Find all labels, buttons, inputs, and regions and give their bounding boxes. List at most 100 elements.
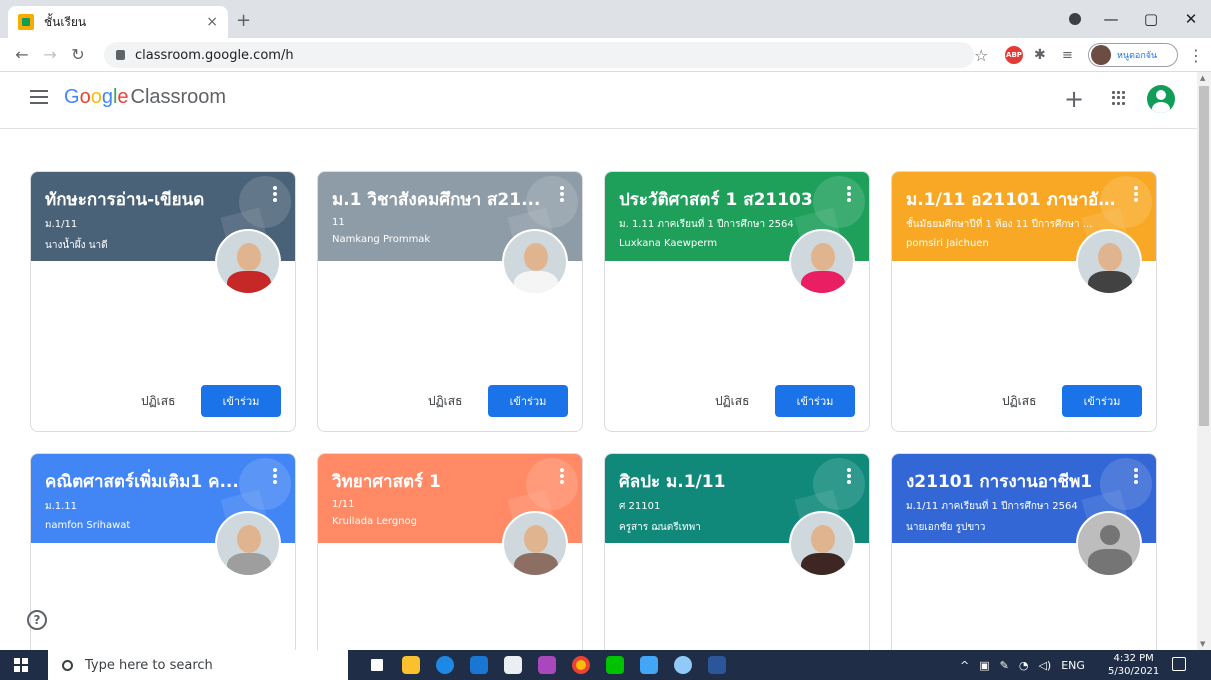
minimize-button[interactable]: —	[1091, 10, 1131, 28]
tray-app-icon[interactable]: ▣	[979, 659, 989, 672]
join-button[interactable]: เข้าร่วม	[201, 385, 281, 417]
windows-taskbar: Type here to search ^ ▣ ✎ ◔ ◁) ENG 4:32 …	[0, 650, 1211, 680]
more-options-icon[interactable]	[847, 186, 851, 202]
store-icon[interactable]	[496, 655, 530, 675]
class-card[interactable]: ศิลปะ ม.1/11 ศ 21101 ครูสาร ฌนตรีเทพา	[604, 453, 870, 673]
close-tab-icon[interactable]: ×	[206, 14, 218, 30]
account-avatar[interactable]	[1147, 85, 1175, 113]
system-tray: ^ ▣ ✎ ◔ ◁) ENG	[960, 650, 1085, 680]
scrollbar-thumb[interactable]	[1199, 86, 1209, 426]
task-view-icon[interactable]	[360, 655, 394, 675]
class-section: 1/11	[332, 499, 355, 510]
edge-icon[interactable]	[428, 655, 462, 675]
new-tab-button[interactable]: +	[236, 10, 251, 31]
profile-chip[interactable]: หนูดอกจัน	[1088, 43, 1178, 67]
reading-list-icon[interactable]: ≡	[1062, 42, 1073, 68]
class-card[interactable]: ม.1 วิชาสังคมศึกษา ส21... 11 Namkang Promm…	[317, 171, 583, 432]
class-section: ม.1/11	[45, 219, 78, 230]
chrome-profile-icon[interactable]	[1069, 13, 1081, 25]
create-join-class-button[interactable]: +	[1064, 85, 1084, 113]
maximize-button[interactable]: ▢	[1131, 10, 1171, 28]
adblock-extension-icon[interactable]: ABP	[1005, 42, 1023, 68]
pdf-app-icon[interactable]	[530, 655, 564, 675]
decline-button[interactable]: ปฏิเสธ	[141, 392, 175, 411]
class-title[interactable]: ทักษะการอ่าน-เขียนด	[45, 186, 255, 213]
class-title[interactable]: คณิตศาสตร์เพิ่มเติม1 ค...	[45, 468, 255, 495]
page-scrollbar[interactable]: ▲ ▼	[1197, 72, 1211, 650]
class-title[interactable]: ม.1 วิชาสังคมศึกษา ส21...	[332, 186, 542, 213]
help-icon[interactable]: ?	[27, 610, 47, 630]
media-app-icon[interactable]	[632, 655, 666, 675]
windows-start-icon[interactable]	[14, 658, 28, 672]
class-section: ชั้นมัธยมศึกษาปีที่ 1 ห้อง 11 ปีการศึกษา…	[906, 219, 1093, 230]
teacher-avatar-placeholder	[1076, 511, 1142, 577]
search-icon	[62, 659, 73, 671]
taskbar-clock[interactable]: 4:32 PM 5/30/2021	[1108, 652, 1159, 678]
join-button[interactable]: เข้าร่วม	[775, 385, 855, 417]
word-icon[interactable]	[700, 655, 734, 675]
notifications-icon[interactable]	[1172, 657, 1186, 671]
bookmark-star-icon[interactable]: ☆	[974, 42, 988, 68]
taskbar-search-box[interactable]: Type here to search	[48, 650, 348, 680]
close-window-button[interactable]: ✕	[1171, 10, 1211, 28]
classroom-header: Google Classroom +	[0, 72, 1197, 129]
more-options-icon[interactable]	[1134, 186, 1138, 202]
profile-avatar	[1091, 45, 1111, 65]
scroll-down-icon[interactable]: ▼	[1200, 640, 1205, 648]
browser-tab[interactable]: ชั้นเรียน ×	[8, 6, 228, 38]
lock-icon	[116, 50, 125, 60]
classroom-favicon-icon	[18, 14, 34, 30]
class-card[interactable]: วิทยาศาสตร์ 1 1/11 Kruilada Lergnog	[317, 453, 583, 673]
clock-time: 4:32 PM	[1113, 653, 1154, 664]
class-card[interactable]: ประวัติศาสตร์ 1 ส21103 ม. 1.11 ภาคเรียนที…	[604, 171, 870, 432]
mail-icon[interactable]	[462, 655, 496, 675]
chrome-icon[interactable]	[564, 655, 598, 675]
invite-actions: ปฏิเสธ เข้าร่วม	[318, 385, 582, 417]
tray-expand-icon[interactable]: ^	[960, 659, 969, 672]
tab-title: ชั้นเรียน	[44, 14, 87, 29]
network-icon[interactable]: ◔	[1019, 659, 1029, 672]
scroll-up-icon[interactable]: ▲	[1200, 74, 1205, 82]
class-title[interactable]: ง21101 การงานอาชีพ1	[906, 468, 1116, 495]
class-title[interactable]: ม.1/11 อ21101 ภาษาอังก...	[906, 186, 1116, 213]
reload-icon[interactable]: ↻	[64, 45, 92, 64]
class-title[interactable]: วิทยาศาสตร์ 1	[332, 468, 542, 495]
forward-arrow-icon[interactable]: →	[36, 45, 64, 64]
more-options-icon[interactable]	[1134, 468, 1138, 484]
main-menu-icon[interactable]	[30, 90, 48, 104]
class-card[interactable]: คณิตศาสตร์เพิ่มเติม1 ค... ม.1.11 namfon Sr…	[30, 453, 296, 673]
decline-button[interactable]: ปฏิเสธ	[1002, 392, 1036, 411]
decline-button[interactable]: ปฏิเสธ	[428, 392, 462, 411]
join-button[interactable]: เข้าร่วม	[1062, 385, 1142, 417]
invite-actions: ปฏิเสธ เข้าร่วม	[605, 385, 869, 417]
address-bar[interactable]: classroom.google.com/h	[104, 42, 974, 68]
file-explorer-icon[interactable]	[394, 655, 428, 675]
class-title[interactable]: ประวัติศาสตร์ 1 ส21103	[619, 186, 829, 213]
classroom-logo[interactable]: Google Classroom	[64, 86, 226, 109]
more-options-icon[interactable]	[847, 468, 851, 484]
join-button[interactable]: เข้าร่วม	[488, 385, 568, 417]
decline-button[interactable]: ปฏิเสธ	[715, 392, 749, 411]
class-card[interactable]: ทักษะการอ่าน-เขียนด ม.1/11 นางน้ำผึ้ง นาดี…	[30, 171, 296, 432]
chrome-menu-icon[interactable]: ⋮	[1188, 46, 1204, 65]
class-title[interactable]: ศิลปะ ม.1/11	[619, 468, 829, 495]
class-card[interactable]: ม.1/11 อ21101 ภาษาอังก... ชั้นมัธยมศึกษาป…	[891, 171, 1157, 432]
volume-icon[interactable]: ◁)	[1038, 659, 1051, 672]
extensions-puzzle-icon[interactable]: ✱	[1034, 42, 1046, 68]
line-app-icon[interactable]	[598, 655, 632, 675]
language-indicator[interactable]: ENG	[1061, 659, 1085, 672]
class-card[interactable]: ง21101 การงานอาชีพ1 ม.1/11 ภาคเรียนที่ 1 …	[891, 453, 1157, 673]
ime-icon[interactable]: ✎	[1000, 659, 1009, 672]
invite-actions: ปฏิเสธ เข้าร่วม	[892, 385, 1156, 417]
more-options-icon[interactable]	[273, 468, 277, 484]
class-section: ม.1/11 ภาคเรียนที่ 1 ปีการศึกษา 2564	[906, 501, 1078, 512]
teacher-avatar	[502, 229, 568, 295]
more-options-icon[interactable]	[560, 186, 564, 202]
back-arrow-icon[interactable]: ←	[8, 45, 36, 64]
teacher-avatar	[215, 511, 281, 577]
google-apps-icon[interactable]	[1112, 91, 1126, 105]
more-options-icon[interactable]	[273, 186, 277, 202]
more-options-icon[interactable]	[560, 468, 564, 484]
browser-toolbar: ← → ↻ classroom.google.com/h ☆ ABP ✱ ≡ ห…	[0, 38, 1211, 72]
paint-icon[interactable]	[666, 655, 700, 675]
